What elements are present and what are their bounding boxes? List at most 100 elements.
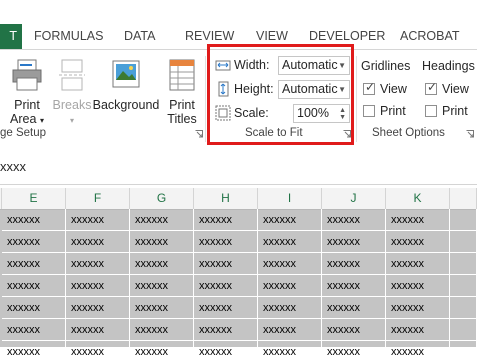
dialog-launcher-icon[interactable]: [343, 130, 351, 138]
print-titles-button[interactable]: Print Titles: [162, 58, 202, 126]
grid-cell[interactable]: xxxxxx: [322, 297, 386, 319]
grid-cell[interactable]: xxxxxx: [322, 275, 386, 297]
grid-cell[interactable]: xxxxxx: [130, 209, 194, 231]
grid-cell[interactable]: xxxxxx: [194, 297, 258, 319]
column-header-row: EFGHIJK: [0, 188, 477, 210]
spin-up-icon[interactable]: ▲: [339, 107, 346, 114]
grid-cell[interactable]: xxxxxx: [194, 275, 258, 297]
grid-cell[interactable]: xxxxxx: [322, 209, 386, 231]
headings-print-checkbox[interactable]: [425, 105, 437, 117]
grid-cell[interactable]: [450, 209, 477, 231]
grid-cell[interactable]: xxxxxx: [194, 341, 258, 363]
grid-cell[interactable]: xxxxxx: [2, 319, 66, 341]
grid-cell[interactable]: xxxxxx: [386, 275, 450, 297]
grid-cell[interactable]: xxxxxx: [2, 209, 66, 231]
grid-cell[interactable]: xxxxxx: [386, 253, 450, 275]
dialog-launcher-icon[interactable]: [195, 130, 203, 138]
grid-cell[interactable]: xxxxxx: [66, 275, 130, 297]
grid-cell[interactable]: xxxxxx: [386, 209, 450, 231]
grid-cell[interactable]: xxxxxx: [66, 297, 130, 319]
grid-cell[interactable]: xxxxxx: [258, 341, 322, 363]
grid-cell[interactable]: [450, 341, 477, 363]
grid-cell[interactable]: xxxxxx: [322, 253, 386, 275]
scale-spinner[interactable]: 100% ▲ ▼: [293, 104, 350, 123]
grid-cell[interactable]: xxxxxx: [66, 341, 130, 363]
column-header-e[interactable]: E: [2, 188, 66, 209]
headings-view-label: View: [442, 82, 469, 96]
grid-cell[interactable]: [450, 253, 477, 275]
grid-cell[interactable]: xxxxxx: [258, 297, 322, 319]
grid-cell[interactable]: xxxxxx: [258, 253, 322, 275]
grid-cell[interactable]: xxxxxx: [194, 209, 258, 231]
grid-cell[interactable]: xxxxxx: [66, 319, 130, 341]
grid-cell[interactable]: xxxxxx: [258, 231, 322, 253]
check-icon: ✓: [427, 80, 438, 94]
column-header-g[interactable]: G: [130, 188, 194, 209]
grid-cell[interactable]: xxxxxx: [2, 297, 66, 319]
column-header-j[interactable]: J: [322, 188, 386, 209]
grid-cell[interactable]: xxxxxx: [2, 341, 66, 363]
column-header-i[interactable]: I: [258, 188, 322, 209]
tab-review[interactable]: REVIEW: [185, 24, 234, 49]
grid-cell[interactable]: [450, 275, 477, 297]
grid-cell[interactable]: xxxxxx: [2, 275, 66, 297]
grid-cell[interactable]: [450, 231, 477, 253]
column-header-h[interactable]: H: [194, 188, 258, 209]
height-icon: [218, 81, 229, 97]
grid-cell[interactable]: xxxxxx: [130, 231, 194, 253]
tab-acrobat[interactable]: ACROBAT: [400, 24, 460, 49]
grid-cell[interactable]: xxxxxx: [322, 341, 386, 363]
tab-view[interactable]: VIEW: [256, 24, 288, 49]
grid-cell[interactable]: xxxxxx: [130, 253, 194, 275]
grid-cell[interactable]: xxxxxx: [258, 209, 322, 231]
grid-cell[interactable]: [450, 297, 477, 319]
grid-cell[interactable]: xxxxxx: [258, 319, 322, 341]
grid-cell[interactable]: xxxxxx: [386, 341, 450, 363]
background-button[interactable]: Background: [92, 58, 160, 112]
tab-page-layout[interactable]: T: [0, 24, 22, 49]
grid-cell[interactable]: xxxxxx: [66, 253, 130, 275]
grid-cell[interactable]: xxxxxx: [322, 231, 386, 253]
grid-cell[interactable]: xxxxxx: [130, 319, 194, 341]
tab-data[interactable]: DATA: [124, 24, 155, 49]
column-header-k[interactable]: K: [386, 188, 450, 209]
grid-cell[interactable]: xxxxxx: [130, 275, 194, 297]
tab-formulas[interactable]: FORMULAS: [34, 24, 103, 49]
grid-cell[interactable]: xxxxxx: [386, 319, 450, 341]
grid-cell[interactable]: xxxxxx: [258, 275, 322, 297]
gridlines-print-checkbox[interactable]: [363, 105, 375, 117]
gridlines-view-label: View: [380, 82, 407, 96]
grid-cell[interactable]: xxxxxx: [194, 319, 258, 341]
width-value: Automatic: [282, 58, 338, 72]
chevron-down-icon: ▼: [338, 85, 346, 94]
headings-view-checkbox[interactable]: ✓: [425, 80, 438, 95]
spin-down-icon[interactable]: ▼: [339, 114, 346, 121]
grid-cell[interactable]: xxxxxx: [194, 231, 258, 253]
grid-cell[interactable]: xxxxxx: [130, 341, 194, 363]
column-header-f[interactable]: F: [66, 188, 130, 209]
print-titles-icon: [169, 59, 195, 91]
grid-cell[interactable]: xxxxxx: [2, 253, 66, 275]
grid-cell[interactable]: xxxxxx: [66, 231, 130, 253]
tab-developer[interactable]: DEVELOPER: [309, 24, 385, 49]
grid-cell[interactable]: xxxxxx: [66, 209, 130, 231]
print-titles-label-1: Print: [169, 98, 195, 112]
formula-bar-content: xxxx: [0, 159, 26, 174]
formula-bar[interactable]: xxxx: [0, 150, 477, 185]
grid-cell[interactable]: xxxxxx: [386, 297, 450, 319]
width-select[interactable]: Automatic ▼: [278, 56, 350, 75]
dialog-launcher-icon[interactable]: [466, 130, 474, 138]
grid-cell[interactable]: xxxxxx: [322, 319, 386, 341]
gridlines-view-checkbox[interactable]: ✓: [363, 80, 375, 95]
print-area-button[interactable]: Print Area ▾: [6, 58, 48, 128]
width-label: Width:: [234, 58, 270, 72]
grid-cell[interactable]: xxxxxx: [194, 253, 258, 275]
breaks-button[interactable]: Breaks ▾: [52, 58, 92, 128]
chevron-down-icon: ▾: [69, 116, 74, 125]
grid-cell[interactable]: xxxxxx: [386, 231, 450, 253]
grid-cell[interactable]: xxxxxx: [2, 231, 66, 253]
print-area-label-1: Print: [14, 98, 40, 112]
grid-cell[interactable]: [450, 319, 477, 341]
height-select[interactable]: Automatic ▼: [278, 80, 350, 99]
grid-cell[interactable]: xxxxxx: [130, 297, 194, 319]
